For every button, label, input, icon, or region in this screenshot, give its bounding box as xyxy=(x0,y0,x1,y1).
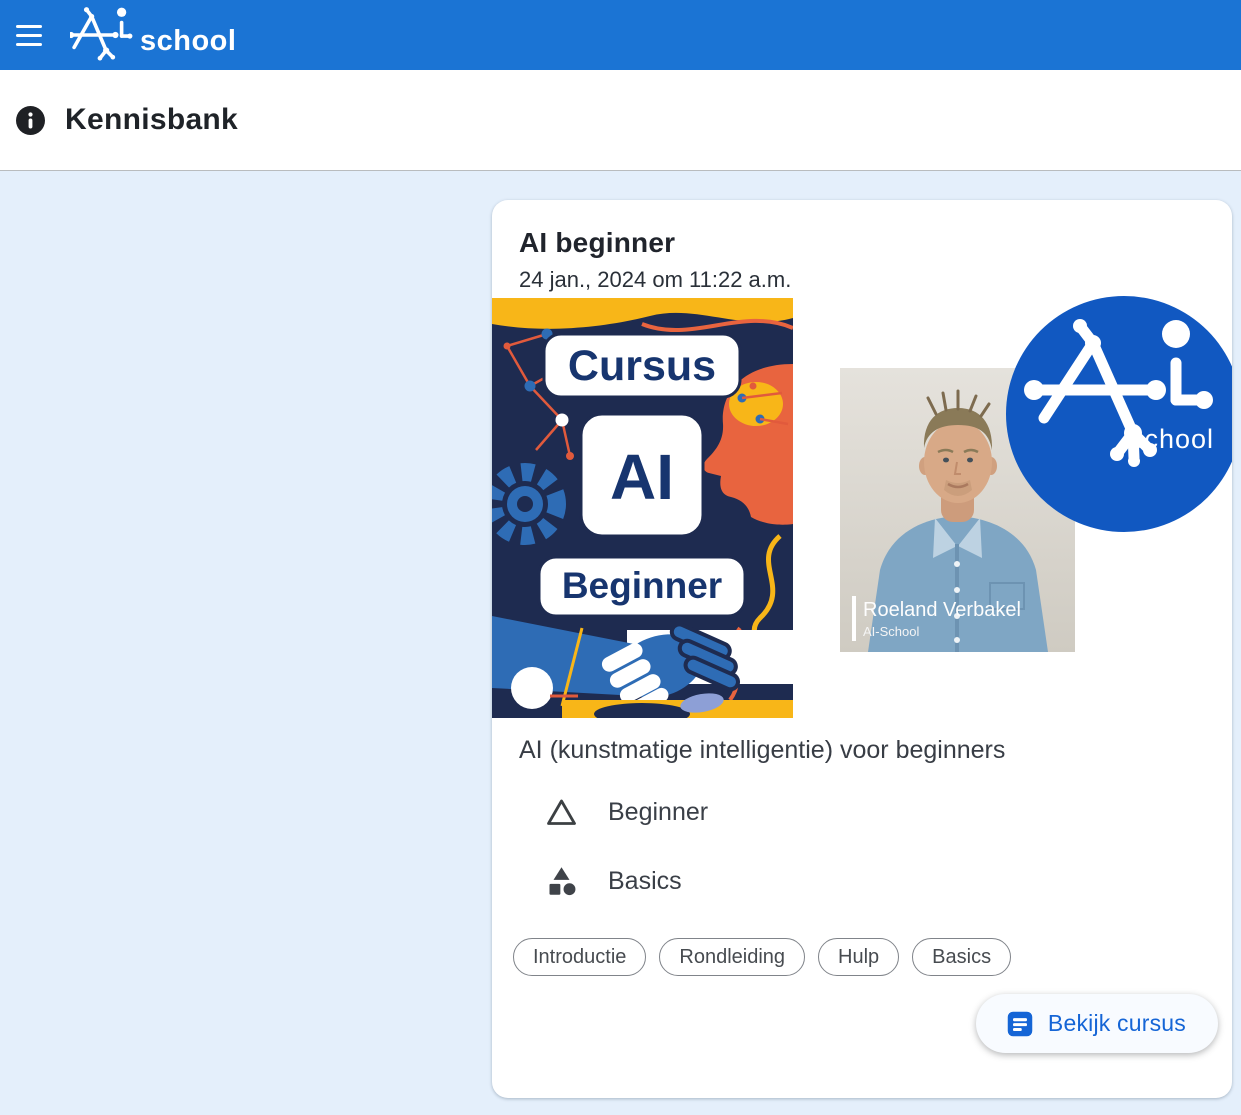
page-title: Kennisbank xyxy=(65,103,238,137)
category-label: Basics xyxy=(608,867,682,896)
bekijk-cursus-label: Bekijk cursus xyxy=(1048,1010,1186,1037)
tag-chip-introductie[interactable]: Introductie xyxy=(513,938,646,976)
ai-school-logo-badge: school xyxy=(1006,296,1232,532)
menu-button[interactable] xyxy=(16,15,56,55)
course-description: AI (kunstmatige intelligentie) voor begi… xyxy=(519,736,1005,765)
tag-chip-basics[interactable]: Basics xyxy=(912,938,1011,976)
app-header: school xyxy=(0,0,1241,70)
brand-text: school xyxy=(140,27,236,56)
tag-chip-hulp[interactable]: Hulp xyxy=(818,938,899,976)
author-name: Roeland Verbakel xyxy=(863,599,1021,621)
tag-chip-rondleiding[interactable]: Rondleiding xyxy=(659,938,805,976)
course-card: AI beginner 24 jan., 2024 om 11:22 a.m. xyxy=(492,200,1232,1098)
triangle-outline-icon xyxy=(545,797,578,827)
poster-badge-top: Cursus xyxy=(568,342,716,390)
ai-school-logo-icon xyxy=(70,5,134,65)
category-icon xyxy=(545,865,578,897)
course-title: AI beginner xyxy=(519,227,675,259)
article-icon xyxy=(1006,1010,1034,1038)
logo-badge-text: school xyxy=(1130,424,1214,454)
course-poster-image: Cursus AI Beginner xyxy=(492,298,793,718)
tag-list: Introductie Rondleiding Hulp Basics xyxy=(513,938,1011,976)
poster-badge-mid: AI xyxy=(610,441,674,513)
poster-badge-bottom: Beginner xyxy=(562,565,722,606)
brand-logo: school xyxy=(70,5,236,65)
menu-icon xyxy=(16,25,42,28)
bekijk-cursus-button[interactable]: Bekijk cursus xyxy=(976,994,1218,1053)
course-date: 24 jan., 2024 om 11:22 a.m. xyxy=(519,267,791,293)
content-area: AI beginner 24 jan., 2024 om 11:22 a.m. xyxy=(0,171,1241,1115)
page-title-bar: Kennisbank xyxy=(0,70,1241,171)
author-org: AI-School xyxy=(863,624,919,639)
category-row: Basics xyxy=(545,865,682,897)
level-row: Beginner xyxy=(545,797,708,827)
level-label: Beginner xyxy=(608,798,708,827)
info-icon xyxy=(16,106,45,135)
